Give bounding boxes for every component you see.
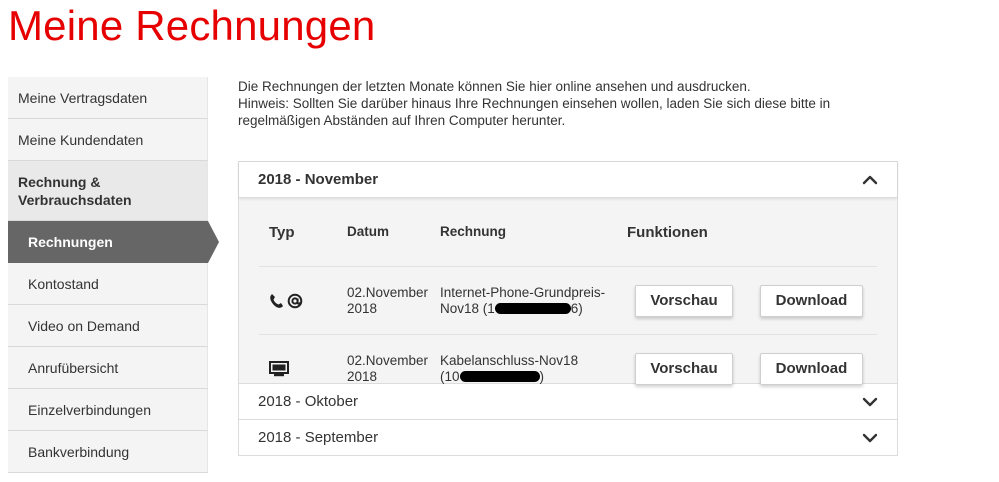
accordion-header-oktober[interactable]: 2018 - Oktober (238, 384, 898, 420)
accordion-title: 2018 - September (258, 429, 379, 446)
sidebar-item-label: Bankverbindung (28, 443, 130, 460)
sidebar-item-label: Rechnungen (28, 233, 113, 250)
accordion-panel-november: 2018 - November Typ Datum Rechnung Funkt… (238, 161, 898, 403)
at-icon (287, 293, 303, 309)
intro-hint: Hinweis: Sollten Sie darüber hinaus Ihre… (238, 96, 831, 128)
sidebar-group-label: Rechnung & Verbrauchsdaten (18, 173, 132, 208)
redaction-mark (459, 371, 540, 383)
date-day-month: 02.November (347, 352, 429, 368)
type-cell (259, 292, 347, 309)
sidebar-item-label: Meine Vertragsdaten (18, 89, 148, 106)
column-header-typ: Typ (269, 223, 295, 241)
invoice-table: Typ Datum Rechnung Funktionen 02.Novembe… (239, 198, 897, 403)
sidebar-item-anrufuebersicht[interactable]: Anrufübersicht (8, 347, 208, 389)
accordion-title: 2018 - Oktober (258, 393, 359, 410)
invoice-cell: Internet-Phone-Grundpreis- Nov18 (1 6) (440, 285, 627, 317)
table-header: Typ Datum Rechnung Funktionen (259, 198, 877, 267)
sidebar-item-video-on-demand[interactable]: Video on Demand (8, 305, 208, 347)
chevron-up-icon[interactable] (861, 171, 879, 189)
redaction-mark (494, 303, 571, 315)
sidebar-item-vertragsdaten[interactable]: Meine Vertragsdaten (8, 77, 208, 119)
date-year: 2018 (347, 368, 378, 384)
invoice-number-prefix: (10 (440, 368, 460, 384)
sidebar-item-einzelverbindungen[interactable]: Einzelverbindungen (8, 389, 208, 431)
actions-cell: Vorschau Download (627, 352, 877, 385)
chevron-down-icon[interactable] (861, 429, 879, 447)
download-button[interactable]: Download (760, 284, 863, 317)
sidebar-nav: Meine Vertragsdaten Meine Kundendaten Re… (8, 77, 219, 473)
sidebar-item-label: Meine Kundendaten (18, 131, 144, 148)
phone-icon (270, 294, 283, 309)
invoice-cell: Kabelanschluss-Nov18 (10) (440, 353, 627, 385)
table-row: 02.November 2018 Internet-Phone-Grundpre… (259, 267, 877, 335)
date-cell: 02.November 2018 (347, 285, 440, 317)
column-header-datum: Datum (347, 224, 390, 239)
intro-text: Die Rechnungen der letzten Monate können… (238, 78, 878, 129)
invoice-number-prefix: Nov18 (1 (440, 300, 495, 316)
chevron-down-icon[interactable] (861, 393, 879, 411)
invoice-name: Kabelanschluss-Nov18 (440, 352, 579, 368)
page-title: Meine Rechnungen (8, 2, 376, 49)
sidebar-item-label: Kontostand (28, 275, 99, 292)
sidebar-item-label: Anrufübersicht (28, 359, 119, 376)
sidebar-item-kontostand[interactable]: Kontostand (8, 263, 208, 305)
sidebar-item-kundendaten[interactable]: Meine Kundendaten (8, 119, 208, 161)
invoice-number-suffix: 6) (570, 300, 583, 316)
sidebar-item-bankverbindung[interactable]: Bankverbindung (8, 431, 208, 473)
intro-line: Die Rechnungen der letzten Monate können… (238, 79, 751, 94)
accordion-header-september[interactable]: 2018 - September (238, 420, 898, 456)
sidebar-item-rechnungen[interactable]: Rechnungen (8, 221, 219, 263)
tv-icon (269, 361, 289, 377)
date-cell: 02.November 2018 (347, 353, 440, 385)
sidebar-item-label: Einzelverbindungen (28, 401, 151, 418)
accordion-header-november[interactable]: 2018 - November (239, 162, 897, 198)
invoice-accordion: 2018 - November Typ Datum Rechnung Funkt… (238, 161, 898, 456)
date-day-month: 02.November (347, 284, 429, 300)
invoice-number-suffix: ) (539, 368, 545, 384)
invoice-name: Internet-Phone-Grundpreis- (440, 284, 606, 300)
invoice-number: Nov18 (1 6) (440, 301, 627, 317)
invoice-number: (10) (440, 369, 627, 385)
column-header-funktionen: Funktionen (627, 223, 708, 241)
actions-cell: Vorschau Download (627, 284, 877, 317)
column-header-rechnung: Rechnung (440, 224, 506, 239)
preview-button[interactable]: Vorschau (635, 352, 733, 385)
sidebar-item-label: Video on Demand (28, 317, 140, 334)
type-cell (259, 360, 347, 377)
accordion-title: 2018 - November (258, 171, 379, 188)
download-button[interactable]: Download (760, 352, 863, 385)
preview-button[interactable]: Vorschau (635, 284, 733, 317)
sidebar-group-rechnung-verbrauchsdaten[interactable]: Rechnung & Verbrauchsdaten (8, 161, 208, 221)
date-year: 2018 (347, 300, 378, 316)
